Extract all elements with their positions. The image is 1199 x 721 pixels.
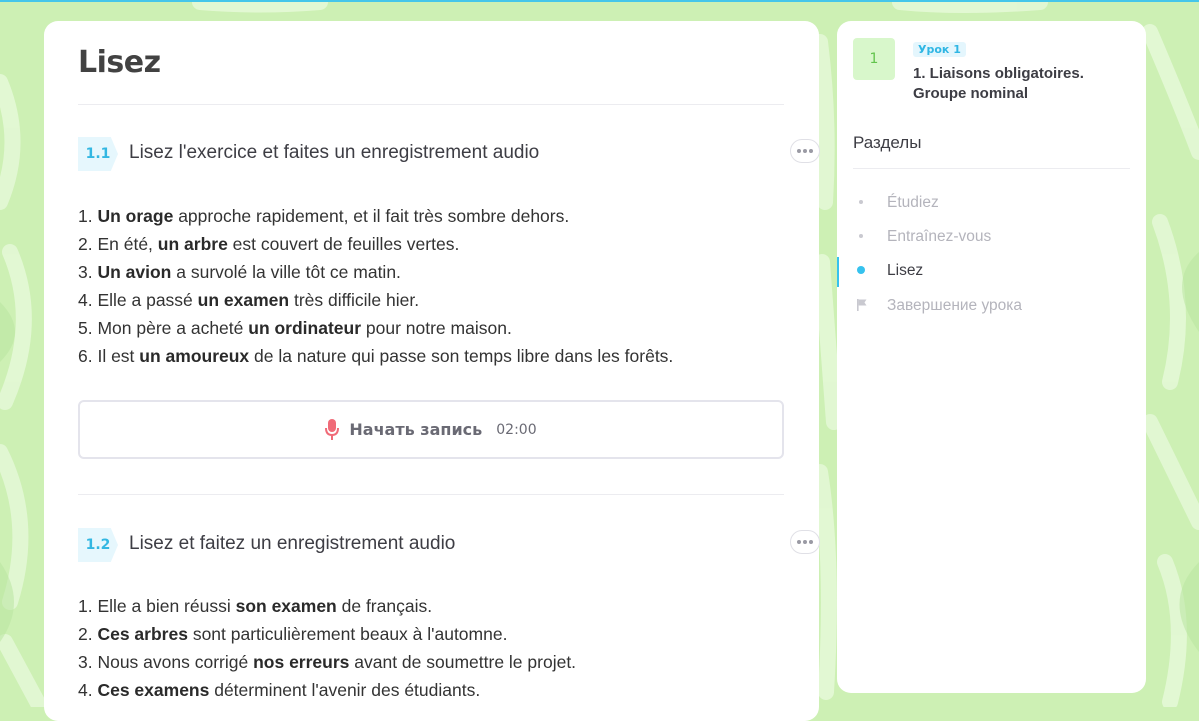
lesson-number-badge: 1 (853, 38, 895, 80)
sentence: 6. Il est un amoureux de la nature qui p… (78, 346, 674, 366)
section-item-lisez[interactable]: Lisez (837, 257, 1146, 287)
sentence: 1. Un orage approche rapidement, et il f… (78, 206, 570, 226)
more-dots-icon (809, 540, 813, 544)
sentence: 4. Elle a passé un examen très difficile… (78, 290, 420, 310)
sentence: 2. Ces arbres sont particulièrement beau… (78, 624, 508, 644)
exercise-header: 1.1 Lisez l'exercice et faites un enregi… (78, 137, 784, 171)
section-label: Завершение урока (887, 297, 1023, 314)
section-label: Étudiez (887, 194, 939, 211)
section-item-lesson-completion[interactable]: Завершение урока (837, 292, 1146, 322)
record-label: Начать запись (349, 420, 483, 439)
sentence: 3. Nous avons corrigé nos erreurs avant … (78, 652, 577, 672)
more-dots-icon (803, 540, 807, 544)
lesson-sidebar: 1 Урок 1 1. Liaisons obligatoires. Group… (837, 21, 1146, 693)
microphone-icon (325, 418, 340, 440)
sections-divider (853, 168, 1130, 169)
start-recording-button[interactable]: Начать запись 02:00 (78, 400, 784, 459)
more-dots-icon (797, 149, 801, 153)
section-label: Entraînez-vous (887, 228, 992, 245)
lesson-tag: Урок 1 (913, 42, 966, 57)
exercise-title: Lisez l'exercice et faites un enregistre… (129, 142, 540, 163)
exercise-sentence-list: 1. Un orage approche rapidement, et il f… (78, 202, 673, 370)
exercise-number-badge: 1.1 (78, 137, 118, 171)
dot-icon (859, 200, 863, 204)
exercise-title: Lisez et faitez un enregistrement audio (129, 533, 456, 554)
active-indicator (837, 257, 839, 287)
exercise-divider (78, 494, 784, 495)
exercise-options-button[interactable] (790, 530, 820, 554)
more-dots-icon (803, 149, 807, 153)
sentence: 1. Elle a bien réussi son examen de fran… (78, 596, 433, 616)
title-divider (78, 104, 784, 105)
flag-icon (857, 299, 867, 311)
exercise-sentence-list: 1. Elle a bien réussi son examen de fran… (78, 592, 576, 704)
record-time-limit: 02:00 (496, 421, 537, 438)
sentence: 4. Ces examens déterminent l'avenir des … (78, 680, 481, 700)
exercise-number-badge: 1.2 (78, 528, 118, 562)
section-item-etudiez[interactable]: Étudiez (837, 189, 1146, 219)
more-dots-icon (809, 149, 813, 153)
dot-icon (859, 234, 863, 238)
sentence: 5. Mon père a acheté un ordinateur pour … (78, 318, 512, 338)
sections-heading: Разделы (853, 133, 922, 152)
exercise-header: 1.2 Lisez et faitez un enregistrement au… (78, 528, 784, 562)
sentence: 3. Un avion a survolé la ville tôt ce ma… (78, 262, 401, 282)
page-title: Lisez (78, 45, 161, 80)
section-item-entrainez-vous[interactable]: Entraînez-vous (837, 223, 1146, 253)
section-label: Lisez (887, 262, 924, 279)
exercise-options-button[interactable] (790, 139, 820, 163)
lesson-title[interactable]: 1. Liaisons obligatoires. Groupe nominal (913, 64, 1123, 104)
sentence: 2. En été, un arbre est couvert de feuil… (78, 234, 460, 254)
lesson-content-card: Lisez 1.1 Lisez l'exercice et faites un … (44, 21, 819, 721)
more-dots-icon (797, 540, 801, 544)
dot-icon (857, 266, 865, 274)
